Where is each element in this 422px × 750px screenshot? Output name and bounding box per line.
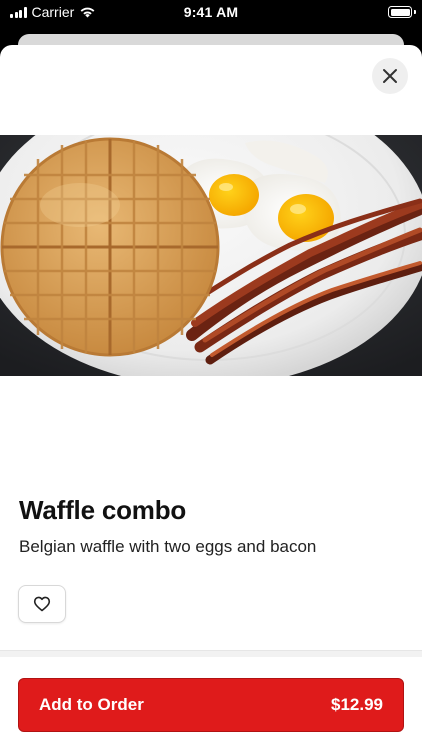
product-sheet: Waffle combo Belgian waffle with two egg…	[0, 45, 422, 750]
close-button[interactable]	[372, 58, 408, 94]
close-icon	[383, 69, 397, 83]
add-to-order-button[interactable]: Add to Order $12.99	[18, 678, 404, 732]
status-time: 9:41 AM	[183, 4, 239, 20]
price-label: $12.99	[331, 695, 383, 714]
product-description: Belgian waffle with two eggs and bacon	[19, 537, 317, 556]
add-to-order-label: Add to Order	[39, 695, 144, 714]
footer-divider	[0, 650, 422, 657]
favorite-button[interactable]	[18, 585, 66, 623]
heart-outline-icon	[33, 596, 51, 612]
battery-icon	[388, 6, 412, 18]
battery-tip	[414, 10, 416, 14]
status-bar: Carrier 9:41 AM	[0, 0, 422, 26]
product-image	[0, 135, 422, 376]
product-title: Waffle combo	[19, 495, 187, 525]
